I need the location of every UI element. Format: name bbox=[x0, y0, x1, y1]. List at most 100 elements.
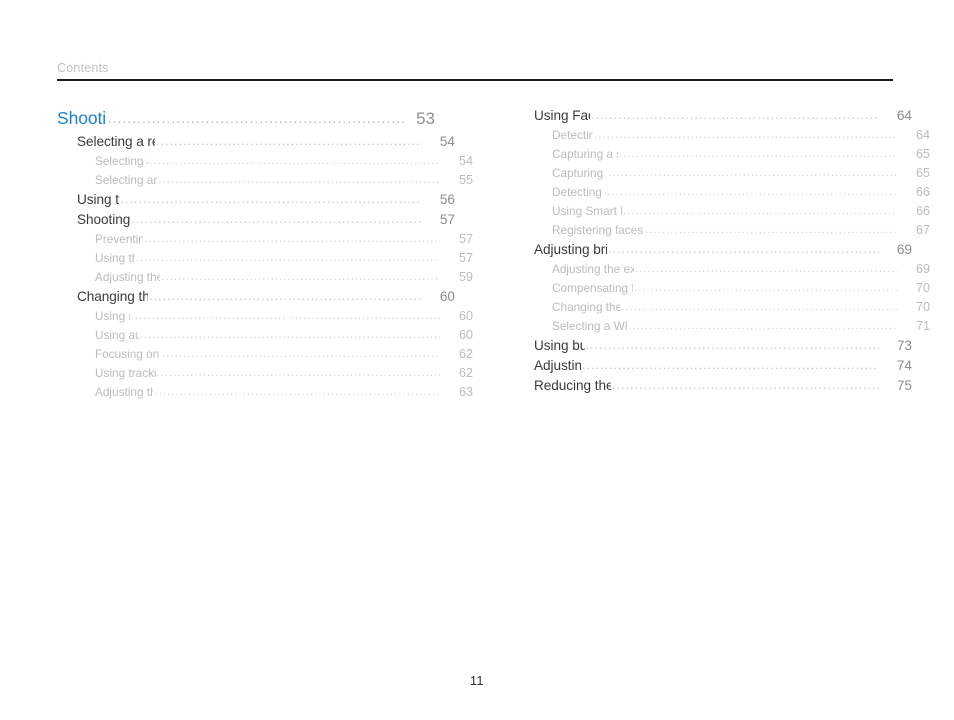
toc-entry-level-2[interactable]: Using the timer 56 bbox=[57, 192, 455, 212]
toc-leader-dots bbox=[162, 348, 440, 360]
toc-leader-dots bbox=[582, 358, 879, 372]
toc-leader-dots bbox=[607, 186, 897, 198]
toc-entry-title: Using Smart Face Recognition bbox=[552, 204, 622, 218]
toc-entry-page-number: 71 bbox=[915, 319, 930, 333]
toc-entry-title: Adjusting the exposure manually (EV) bbox=[552, 262, 634, 276]
toc-leader-dots bbox=[608, 167, 897, 179]
toc-entry-level-2[interactable]: Using burst modes 73 bbox=[514, 338, 912, 358]
page-footer: 11 bbox=[0, 672, 954, 690]
toc-entry-level-3[interactable]: Capturing a smile shot 65 bbox=[514, 166, 930, 185]
toc-leader-dots bbox=[154, 386, 440, 398]
toc-entry-level-3[interactable]: Using macro 60 bbox=[57, 309, 473, 328]
page-title: Contents bbox=[57, 61, 109, 75]
toc-leader-dots bbox=[131, 310, 440, 322]
toc-entry-level-2[interactable]: Shooting in the dark 57 bbox=[57, 212, 455, 232]
toc-entry-title: Focusing on a selected area bbox=[95, 347, 161, 361]
toc-leader-dots bbox=[131, 212, 422, 226]
toc-entry-level-3[interactable]: Using tracking auto focus 62 bbox=[57, 366, 473, 385]
toc-leader-dots bbox=[136, 252, 440, 264]
toc-entry-page-number: 74 bbox=[896, 358, 912, 373]
toc-leader-dots bbox=[628, 320, 897, 332]
toc-entry-level-3[interactable]: Detecting faces 64 bbox=[514, 128, 930, 147]
toc-entry-title: Using Face Detection bbox=[534, 108, 590, 123]
toc-entry-level-2[interactable]: Changing the camera’s focus 60 bbox=[57, 289, 455, 309]
toc-entry-title: Reducing the sound of the zoom bbox=[534, 378, 612, 393]
toc-entry-level-3[interactable]: Selecting a White Balance setting 71 bbox=[514, 319, 930, 338]
toc-entry-title: Adjusting the focus area bbox=[95, 385, 154, 399]
toc-entry-title: Changing the metering option bbox=[552, 300, 621, 314]
toc-entry-level-3[interactable]: Selecting a resolution 54 bbox=[57, 154, 473, 173]
toc-entry-page-number: 53 bbox=[416, 109, 435, 128]
toc-entry-title: Selecting a resolution bbox=[95, 154, 148, 168]
toc-leader-dots bbox=[591, 108, 879, 122]
toc-leader-dots bbox=[635, 263, 897, 275]
toc-entry-page-number: 60 bbox=[458, 309, 473, 323]
toc-entry-page-number: 54 bbox=[458, 154, 473, 168]
toc-entry-level-3[interactable]: Capturing a self portrait shot 65 bbox=[514, 147, 930, 166]
toc-entry-level-2[interactable]: Adjusting brightness and color 69 bbox=[514, 242, 912, 262]
toc-leader-dots bbox=[149, 289, 422, 303]
toc-entry-page-number: 57 bbox=[458, 232, 473, 246]
toc-entry-title: Using auto focus bbox=[95, 328, 139, 342]
toc-leader-dots bbox=[144, 233, 440, 245]
toc-entry-level-3[interactable]: Detecting eye blinking 66 bbox=[514, 185, 930, 204]
toc-entry-level-2[interactable]: Selecting a resolution and quality 54 bbox=[57, 134, 455, 154]
toc-entry-page-number: 65 bbox=[915, 147, 930, 161]
toc-leader-dots bbox=[161, 271, 440, 283]
toc-leader-dots bbox=[621, 301, 897, 313]
toc-entry-page-number: 55 bbox=[458, 173, 473, 187]
toc-entry-title: Adjusting the ISO sensitivity bbox=[95, 270, 161, 284]
toc-entry-title: Using macro bbox=[95, 309, 130, 323]
toc-leader-dots bbox=[612, 378, 879, 392]
toc-entry-title: Capturing a self portrait shot bbox=[552, 147, 618, 161]
toc-entry-level-3[interactable]: Focusing on a selected area 62 bbox=[57, 347, 473, 366]
toc-entry-level-3[interactable]: Using auto focus 60 bbox=[57, 328, 473, 347]
toc-entry-page-number: 62 bbox=[458, 366, 473, 380]
toc-entry-level-3[interactable]: Registering faces as your favorites (My … bbox=[514, 223, 930, 242]
toc-leader-dots bbox=[594, 129, 897, 141]
header-divider bbox=[57, 79, 893, 81]
toc-entry-page-number: 56 bbox=[439, 192, 455, 207]
toc-entry-level-2[interactable]: Using Face Detection 64 bbox=[514, 108, 912, 128]
toc-entry-level-3[interactable]: Preventing red-eye 57 bbox=[57, 232, 473, 251]
toc-entry-page-number: 54 bbox=[439, 134, 455, 149]
toc-entry-level-3[interactable]: Using Smart Face Recognition 66 bbox=[514, 204, 930, 223]
toc-entry-level-3[interactable]: Adjusting the ISO sensitivity 59 bbox=[57, 270, 473, 289]
toc-entry-level-1[interactable]: Shooting options 53 bbox=[57, 108, 435, 134]
toc-leader-dots bbox=[156, 134, 422, 148]
toc-entry-title: Capturing a smile shot bbox=[552, 166, 607, 180]
toc-entry-title: Selecting a resolution and quality bbox=[77, 134, 155, 149]
toc-entry-level-3[interactable]: Adjusting the exposure manually (EV) 69 bbox=[514, 262, 930, 281]
toc-entry-page-number: 60 bbox=[458, 328, 473, 342]
toc-entry-level-3[interactable]: Changing the metering option 70 bbox=[514, 300, 930, 319]
toc-entry-page-number: 70 bbox=[915, 300, 930, 314]
toc-entry-page-number: 59 bbox=[458, 270, 473, 284]
toc-entry-page-number: 64 bbox=[915, 128, 930, 142]
toc-entry-level-3[interactable]: Adjusting the focus area 63 bbox=[57, 385, 473, 404]
page-header: Contents bbox=[57, 60, 893, 81]
toc-entry-title: Using tracking auto focus bbox=[95, 366, 156, 380]
toc-entry-title: Registering faces as your favorites (My … bbox=[552, 223, 644, 237]
toc-entry-title: Preventing red-eye bbox=[95, 232, 144, 246]
toc-entry-title: Selecting a White Balance setting bbox=[552, 319, 627, 333]
toc-entry-page-number: 67 bbox=[915, 223, 930, 237]
toc-entry-title: Shooting in the dark bbox=[77, 212, 131, 227]
toc-leader-dots bbox=[121, 192, 422, 206]
toc-column-left: Shooting options 53 Selecting a resolution… bbox=[57, 108, 473, 404]
toc-leader-dots bbox=[158, 174, 440, 186]
toc-leader-dots bbox=[149, 155, 440, 167]
toc-entry-page-number: 62 bbox=[458, 347, 473, 361]
toc-entry-level-2[interactable]: Reducing the sound of the zoom 75 bbox=[514, 378, 912, 398]
toc-entry-page-number: 69 bbox=[915, 262, 930, 276]
toc-entry-title: Using burst modes bbox=[534, 338, 585, 353]
toc-entry-level-3[interactable]: Compensating for backlighting (ACB) 70 bbox=[514, 281, 930, 300]
toc-entry-title: Selecting an image quality bbox=[95, 173, 158, 187]
toc-entry-level-3[interactable]: Selecting an image quality 55 bbox=[57, 173, 473, 192]
toc-entry-level-3[interactable]: Using the flash 57 bbox=[57, 251, 473, 270]
toc-leader-dots bbox=[140, 329, 440, 341]
toc-entry-page-number: 73 bbox=[896, 338, 912, 353]
toc-entry-page-number: 66 bbox=[915, 204, 930, 218]
toc-entry-level-2[interactable]: Adjusting images 74 bbox=[514, 358, 912, 378]
toc-leader-dots bbox=[608, 242, 879, 256]
toc-entry-title: Adjusting images bbox=[534, 358, 582, 373]
